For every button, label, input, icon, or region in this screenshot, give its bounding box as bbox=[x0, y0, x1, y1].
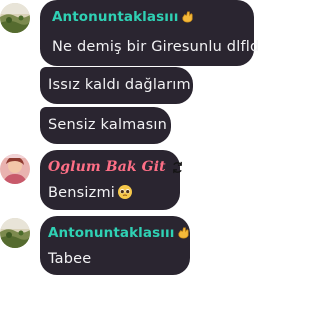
message-text: Issız kaldı dağlarım bbox=[48, 77, 191, 93]
message-bubble[interactable]: Antonuntaklasııı Ne demiş bir Giresunlu … bbox=[40, 0, 260, 66]
cycle-icon bbox=[171, 161, 184, 179]
message-text: Bensizmi bbox=[48, 183, 172, 206]
hand-gesture-icon bbox=[176, 225, 191, 245]
avatar[interactable] bbox=[0, 154, 30, 184]
avatar[interactable] bbox=[0, 218, 30, 248]
message-bubble[interactable]: Sensiz kalmasın bbox=[40, 107, 171, 144]
message-bubble[interactable]: Oglum Bak Git Bensizmi bbox=[40, 150, 182, 210]
message-text: Sensiz kalmasın bbox=[48, 117, 167, 133]
message-author[interactable]: Oglum Bak Git bbox=[48, 158, 182, 179]
message-text: Tabee bbox=[48, 251, 92, 267]
message-bubble[interactable]: Issız kaldı dağlarım bbox=[40, 67, 193, 104]
avatar[interactable] bbox=[0, 3, 30, 33]
hand-gesture-icon bbox=[180, 9, 195, 29]
message-bubble[interactable]: Antonuntaklasııı Tabee bbox=[40, 216, 190, 275]
message-text: Ne demiş bir Giresunlu dlfld bbox=[52, 39, 260, 55]
message-author[interactable]: Antonuntaklasııı bbox=[48, 224, 189, 245]
pleading-face-icon bbox=[117, 184, 133, 206]
message-author[interactable]: Antonuntaklasııı bbox=[52, 8, 242, 29]
